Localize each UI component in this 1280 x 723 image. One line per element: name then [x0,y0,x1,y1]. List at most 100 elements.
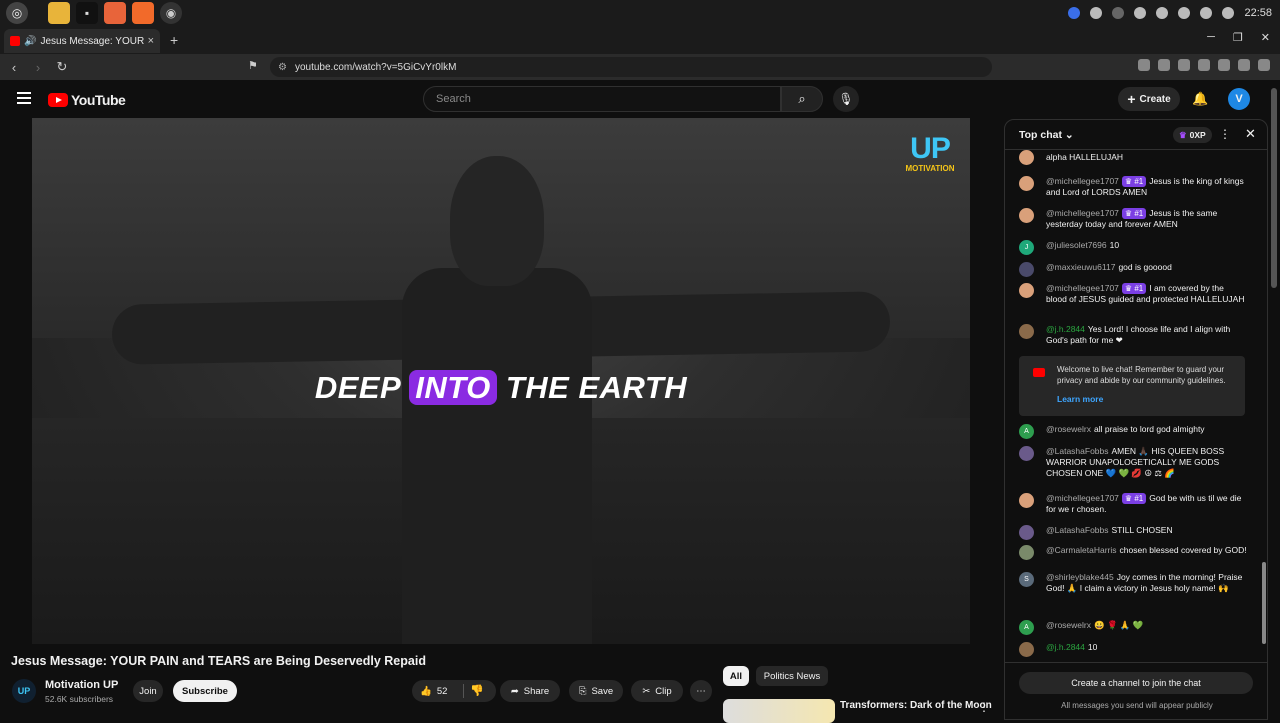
chat-message[interactable]: @michellegee1707 ♛ #1 Jesus is the same ye… [1019,208,1247,230]
message-author[interactable]: @michellegee1707 [1046,283,1119,293]
clip-button[interactable]: ✂ Clip [631,680,683,702]
chat-message[interactable]: @LatashaFobbs AMEN 🙏🏿 HIS QUEEN BOSS WARR… [1019,446,1247,479]
voice-search-button[interactable]: 🎙 [833,86,859,112]
message-author[interactable]: @juliesolet7696 [1046,240,1107,250]
message-author[interactable]: @michellegee1707 [1046,208,1119,218]
chip-all[interactable]: All [723,666,749,686]
message-author[interactable]: @rosewelrx [1046,424,1091,434]
message-text: 😀 🌹 🙏 💚 [1094,620,1144,630]
join-button[interactable]: Join [133,680,163,702]
chip-politics-news[interactable]: Politics News [756,666,828,686]
message-author[interactable]: @rosewelrx [1046,620,1091,630]
chat-message[interactable]: @michellegee1707 ♛ #1 God be with us til w… [1019,493,1247,515]
bell-icon[interactable] [1178,7,1191,19]
reload-icon[interactable]: ↻ [52,59,72,75]
chat-message[interactable]: @LatashaFobbs STILL CHOSEN [1019,525,1247,540]
chat-message[interactable]: @maxxieuwu6117 god is gooood [1019,262,1247,277]
chat-close-icon[interactable]: ✕ [1245,126,1256,142]
bookmark-icon[interactable]: ⚑ [248,59,258,72]
message-author[interactable]: @CarmaletaHarris [1046,545,1117,555]
files-icon[interactable] [48,2,70,24]
message-author[interactable]: @LatashaFobbs [1046,446,1109,456]
save-button[interactable]: ⎘ Save [569,680,623,702]
chat-message[interactable]: @j.h.2844 Yes Lord! I choose life and I a… [1019,324,1247,346]
tray-icon[interactable] [1112,7,1125,19]
message-author[interactable]: @michellegee1707 [1046,176,1119,186]
forward-icon[interactable]: › [28,60,48,75]
message-author[interactable]: @michellegee1707 [1046,493,1119,503]
recommended-thumbnail[interactable] [723,699,835,723]
search-button[interactable]: ⌕ [781,86,823,112]
chat-more-icon[interactable]: ⋮ [1219,127,1231,141]
notifications-icon[interactable]: 🔔 [1192,91,1208,107]
message-author[interactable]: @j.h.2844 [1046,642,1085,652]
chat-message[interactable]: @j.h.2844 10 [1019,642,1247,657]
back-icon[interactable]: ‹ [4,60,24,75]
message-author[interactable]: @LatashaFobbs [1046,525,1109,535]
chat-message[interactable]: @michellegee1707 ♛ #1 Jesus is the king of… [1019,176,1247,198]
extension-icon[interactable] [1158,59,1170,71]
chat-message[interactable]: alpha HALLELUJAH [1019,150,1247,165]
crown-icon: ♛ [1179,129,1187,140]
message-author[interactable]: @maxxieuwu6117 [1046,262,1115,272]
tab-close-icon[interactable]: × [148,35,154,47]
clock[interactable]: 22:58 [1244,7,1272,19]
account-avatar[interactable]: V [1228,88,1250,110]
minimize-icon[interactable]: ─ [1207,31,1215,44]
more-actions-button[interactable]: ⋯ [690,680,712,702]
extension-icon[interactable] [1198,59,1210,71]
search-input[interactable]: Search [423,86,781,112]
tray-icon[interactable] [1090,7,1103,19]
network-icon[interactable] [1156,7,1169,19]
speaker-icon[interactable]: 🔊 [24,36,36,47]
chat-mode-selector[interactable]: Top chat ⌄ [1019,129,1074,141]
channel-name[interactable]: Motivation UP [45,679,118,691]
chat-message[interactable]: A @rosewelrx 😀 🌹 🙏 💚 [1019,620,1247,635]
subscribe-button[interactable]: Subscribe [173,680,237,702]
site-info-icon[interactable]: ⚙ [278,62,287,73]
battery-icon[interactable] [1222,7,1235,19]
app-icon[interactable]: ◉ [160,2,182,24]
chat-scroll-thumb[interactable] [1262,562,1266,644]
xp-badge[interactable]: ♛ 0XP [1173,127,1212,143]
menu-icon[interactable] [1258,59,1270,71]
firefox-icon[interactable] [104,2,126,24]
extension-icon[interactable] [1178,59,1190,71]
new-tab-button[interactable]: + [170,32,178,48]
recommended-title[interactable]: Transformers: Dark of the Moon [840,700,992,711]
shield-icon[interactable] [1134,7,1147,19]
message-author[interactable]: @j.h.2844 [1046,324,1085,334]
volume-icon[interactable] [1200,7,1213,19]
browser-tab[interactable]: 🔊 Jesus Message: YOUR PAIN × [4,29,160,53]
share-button[interactable]: ➦ Share [500,680,560,702]
extension-icon[interactable] [1218,59,1230,71]
chat-message[interactable]: S @shirleyblake445 Joy comes in the morni… [1019,572,1247,594]
youtube-header: YouTube Search ⌕ 🎙 + Create 🔔 V [0,80,1280,118]
create-button[interactable]: + Create [1118,87,1180,111]
create-channel-button[interactable]: Create a channel to join the chat [1019,672,1253,694]
mint-menu-icon[interactable]: ◎ [6,2,28,24]
learn-more-link[interactable]: Learn more [1057,394,1103,405]
youtube-logo[interactable]: YouTube [48,92,126,108]
brave-icon[interactable] [132,2,154,24]
message-author[interactable]: @shirleyblake445 [1046,572,1114,582]
chat-message[interactable]: @michellegee1707 ♛ #1 I am covered by the … [1019,283,1247,305]
url-text[interactable]: youtube.com/watch?v=5GiCvYr0lkM [295,62,456,73]
terminal-icon[interactable]: ▪ [76,2,98,24]
video-player[interactable]: DEEP INTO THE EARTH UP MOTIVATION UP [32,118,970,644]
extension-icon[interactable] [1238,59,1250,71]
chat-message[interactable]: @CarmaletaHarris chosen blessed covered b… [1019,545,1247,560]
url-bar[interactable]: ⚙ youtube.com/watch?v=5GiCvYr0lkM [270,57,992,77]
channel-avatar[interactable]: UP [12,679,36,703]
close-window-icon[interactable]: ✕ [1261,31,1270,44]
hamburger-menu-icon[interactable] [17,92,31,107]
chat-message[interactable]: J @juliesolet7696 10 [1019,240,1247,255]
maximize-icon[interactable]: ❐ [1233,31,1243,44]
tray-icon[interactable] [1068,7,1081,19]
recommended-more-icon[interactable]: ⋮ [978,700,990,714]
chat-scrollbar[interactable] [1261,152,1267,662]
extension-icon[interactable] [1138,59,1150,71]
page-scrollbar[interactable] [1271,88,1277,288]
chat-message[interactable]: A @rosewelrx all praise to lord god almig… [1019,424,1247,439]
dislike-button[interactable]: 👎 [470,684,484,697]
